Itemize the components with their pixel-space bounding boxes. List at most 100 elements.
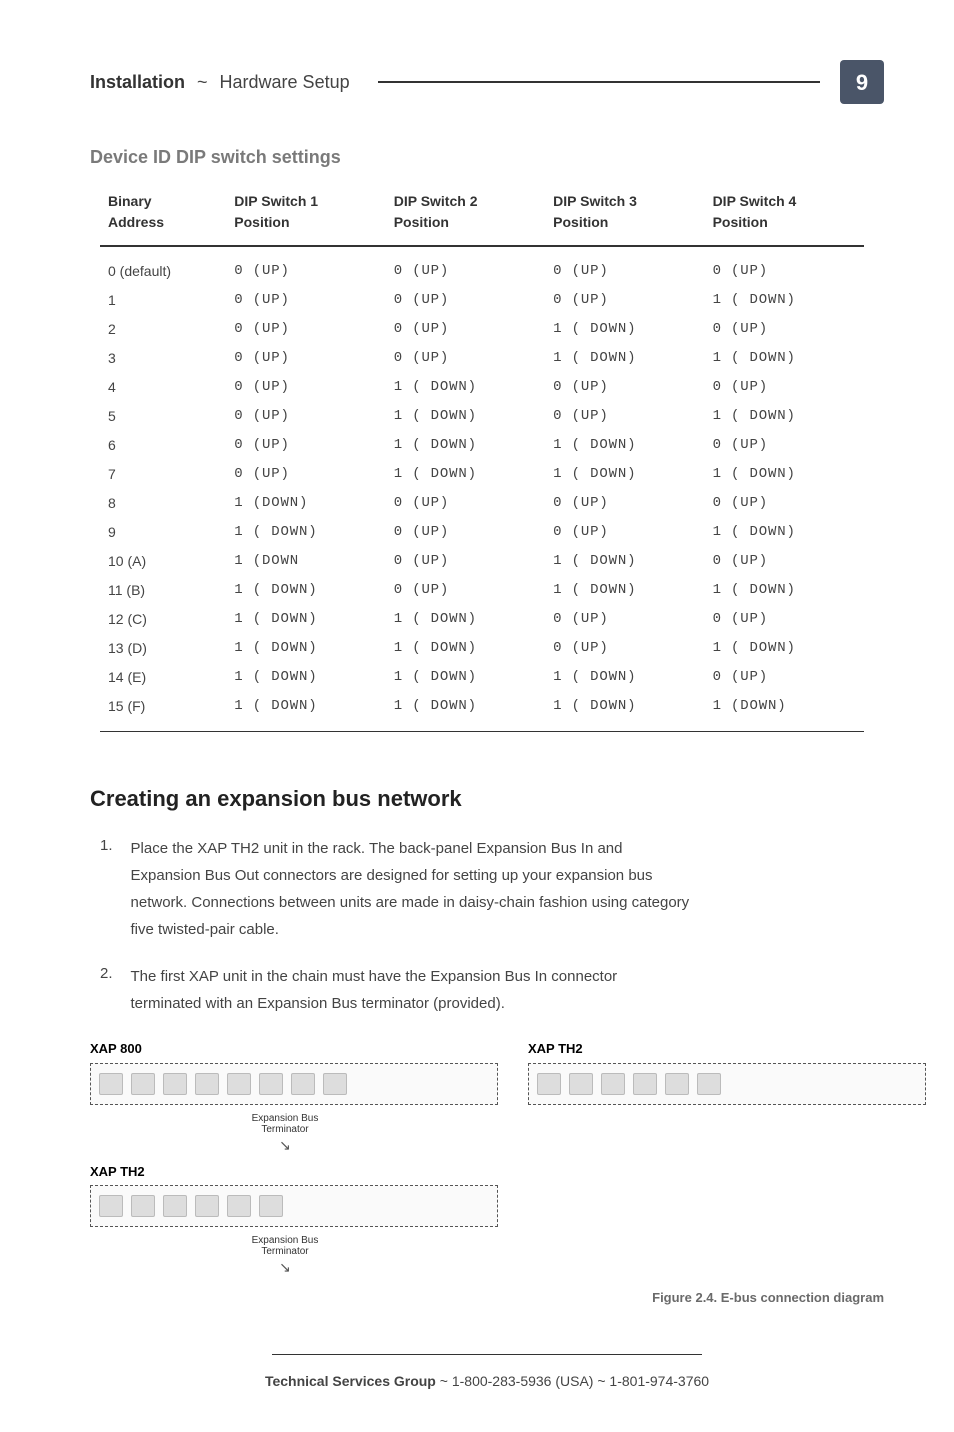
cell-switch: 1 ( DOWN): [705, 286, 864, 315]
label-xap800: XAP 800: [90, 1039, 498, 1059]
cell-switch: 1 (DOWN): [705, 692, 864, 732]
table-row: 70 (UP)1 ( DOWN)1 ( DOWN)1 ( DOWN): [100, 460, 864, 489]
table-row: 10 (UP)0 (UP)0 (UP)1 ( DOWN): [100, 286, 864, 315]
cell-switch: 1 ( DOWN): [226, 518, 385, 547]
cell-switch: 1 ( DOWN): [226, 576, 385, 605]
connector-icon: [131, 1073, 155, 1095]
panel-xapth2-top: [528, 1063, 926, 1105]
cell-switch: 0 (UP): [386, 576, 545, 605]
table-row: 12 (C)1 ( DOWN)1 ( DOWN)0 (UP)0 (UP): [100, 605, 864, 634]
header-separator: ~: [197, 69, 208, 96]
page-header: Installation ~ Hardware Setup 9: [90, 60, 884, 104]
cell-switch: 1 ( DOWN): [705, 518, 864, 547]
label-xapth2-bottom: XAP TH2: [90, 1162, 884, 1182]
cell-address: 14 (E): [100, 663, 226, 692]
table-row: 81 (DOWN)0 (UP)0 (UP)0 (UP): [100, 489, 864, 518]
cell-switch: 0 (UP): [226, 460, 385, 489]
col-binary-address: Binary Address: [100, 191, 226, 246]
cell-switch: 1 ( DOWN): [226, 663, 385, 692]
dip-switch-table: Binary Address DIP Switch 1 Position DIP…: [100, 191, 864, 732]
cell-address: 0 (default): [100, 246, 226, 286]
connector-icon: [163, 1073, 187, 1095]
cell-switch: 0 (UP): [545, 286, 704, 315]
cell-switch: 1 ( DOWN): [545, 576, 704, 605]
cell-switch: 1 ( DOWN): [545, 344, 704, 373]
connector-icon: [259, 1195, 283, 1217]
cell-switch: 0 (UP): [545, 402, 704, 431]
cell-switch: 0 (UP): [545, 246, 704, 286]
col-dip1: DIP Switch 1 Position: [226, 191, 385, 246]
terminator-label-2: Expansion Bus Terminator: [90, 1235, 480, 1257]
cell-address: 10 (A): [100, 547, 226, 576]
cell-switch: 0 (UP): [705, 547, 864, 576]
connector-icon: [259, 1073, 283, 1095]
cell-address: 3: [100, 344, 226, 373]
cell-switch: 1 ( DOWN): [545, 663, 704, 692]
table-row: 11 (B)1 ( DOWN)0 (UP)1 ( DOWN)1 ( DOWN): [100, 576, 864, 605]
table-row: 14 (E)1 ( DOWN)1 ( DOWN)1 ( DOWN)0 (UP): [100, 663, 864, 692]
step-item: 2. The first XAP unit in the chain must …: [100, 963, 884, 1017]
cell-switch: 0 (UP): [705, 489, 864, 518]
cell-switch: 0 (UP): [705, 315, 864, 344]
step-text: Place the XAP TH2 unit in the rack. The …: [131, 835, 691, 943]
page-number-badge: 9: [840, 60, 884, 104]
cell-switch: 1 ( DOWN): [226, 605, 385, 634]
cell-address: 12 (C): [100, 605, 226, 634]
cell-switch: 0 (UP): [226, 344, 385, 373]
cell-switch: 1 ( DOWN): [226, 634, 385, 663]
col-dip2: DIP Switch 2 Position: [386, 191, 545, 246]
table-row: 0 (default)0 (UP)0 (UP)0 (UP)0 (UP): [100, 246, 864, 286]
ebus-section-title: Creating an expansion bus network: [90, 782, 884, 815]
cell-address: 5: [100, 402, 226, 431]
cell-switch: 1 ( DOWN): [705, 634, 864, 663]
connector-icon: [537, 1073, 561, 1095]
cell-address: 1: [100, 286, 226, 315]
cell-switch: 0 (UP): [226, 286, 385, 315]
table-row: 91 ( DOWN)0 (UP)0 (UP)1 ( DOWN): [100, 518, 864, 547]
cell-switch: 0 (UP): [386, 344, 545, 373]
table-header-row: Binary Address DIP Switch 1 Position DIP…: [100, 191, 864, 246]
header-rule: [378, 81, 820, 83]
connector-icon: [163, 1195, 187, 1217]
cell-switch: 1 ( DOWN): [705, 576, 864, 605]
cell-address: 15 (F): [100, 692, 226, 732]
cell-switch: 0 (UP): [386, 286, 545, 315]
header-section: Installation: [90, 69, 185, 96]
cell-switch: 1 ( DOWN): [386, 605, 545, 634]
cell-switch: 1 ( DOWN): [386, 634, 545, 663]
header-subsection: Hardware Setup: [220, 69, 350, 96]
table-row: 15 (F)1 ( DOWN)1 ( DOWN)1 ( DOWN)1 (DOWN…: [100, 692, 864, 732]
connector-icon: [99, 1073, 123, 1095]
cell-switch: 0 (UP): [545, 489, 704, 518]
cell-switch: 1 ( DOWN): [705, 344, 864, 373]
cell-switch: 1 (DOWN: [226, 547, 385, 576]
table-row: 60 (UP)1 ( DOWN)1 ( DOWN)0 (UP): [100, 431, 864, 460]
connector-icon: [633, 1073, 657, 1095]
table-row: 40 (UP)1 ( DOWN)0 (UP)0 (UP): [100, 373, 864, 402]
table-row: 20 (UP)0 (UP)1 ( DOWN)0 (UP): [100, 315, 864, 344]
cell-switch: 1 ( DOWN): [545, 460, 704, 489]
footer-sep: ~: [436, 1373, 452, 1389]
header-breadcrumb: Installation ~ Hardware Setup: [90, 69, 350, 96]
connector-icon: [99, 1195, 123, 1217]
connector-icon: [291, 1073, 315, 1095]
connector-icon: [227, 1073, 251, 1095]
cell-address: 11 (B): [100, 576, 226, 605]
connector-icon: [601, 1073, 625, 1095]
figure-contents: XAP 800 XAP TH2: [90, 1037, 884, 1278]
connector-icon: [131, 1195, 155, 1217]
cell-switch: 1 ( DOWN): [705, 402, 864, 431]
cell-switch: 1 ( DOWN): [386, 692, 545, 732]
cell-address: 2: [100, 315, 226, 344]
cell-switch: 0 (UP): [545, 634, 704, 663]
cell-switch: 0 (UP): [705, 373, 864, 402]
panel-xap800: [90, 1063, 498, 1105]
cell-switch: 1 ( DOWN): [386, 663, 545, 692]
cell-switch: 0 (UP): [705, 246, 864, 286]
cell-address: 7: [100, 460, 226, 489]
dip-table-body: 0 (default)0 (UP)0 (UP)0 (UP)0 (UP)10 (U…: [100, 246, 864, 732]
terminator-label-1: Expansion Bus Terminator: [90, 1113, 480, 1135]
col-dip3: DIP Switch 3 Position: [545, 191, 704, 246]
cell-address: 8: [100, 489, 226, 518]
cell-switch: 1 (DOWN): [226, 489, 385, 518]
